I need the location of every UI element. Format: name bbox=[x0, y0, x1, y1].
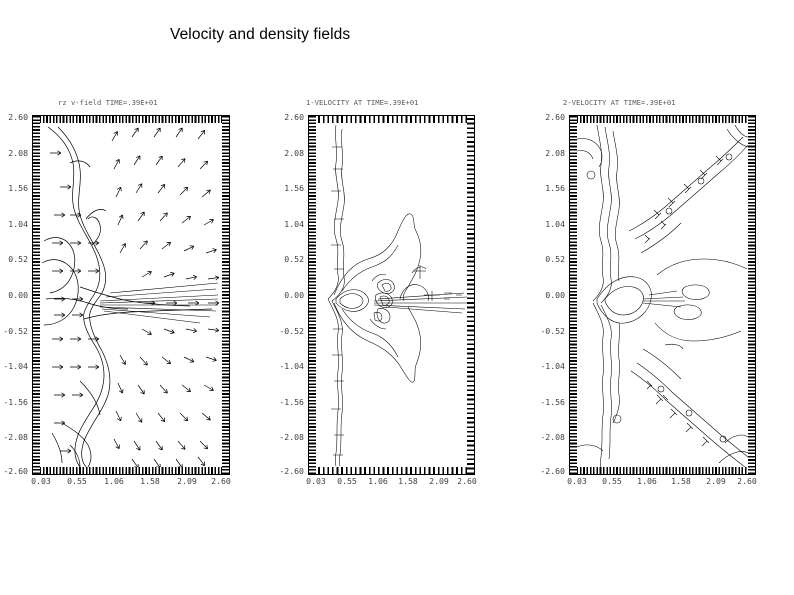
y-axis-labels-plot1: 2.60 2.08 1.56 1.04 0.52 0.00 -0.52 -1.0… bbox=[274, 112, 306, 476]
tick-rail-left bbox=[570, 116, 577, 474]
contour-plot-svg bbox=[327, 124, 467, 467]
x-tick-label: 1.58 bbox=[140, 476, 160, 486]
plot-canvas-velocity-component-1 bbox=[316, 123, 467, 467]
y-tick-label: -2.08 bbox=[540, 432, 565, 443]
y-tick-label: 1.04 bbox=[284, 218, 304, 229]
tick-rail-right bbox=[467, 116, 474, 474]
y-tick-label: 2.08 bbox=[8, 147, 28, 158]
y-tick-label: -1.04 bbox=[540, 361, 565, 372]
y-tick-label: -2.60 bbox=[3, 466, 28, 476]
y-tick-label: -0.52 bbox=[540, 325, 565, 336]
plot-frame-velocity-component-1 bbox=[308, 115, 475, 475]
plot-density-velocity-field: rz v-field TIME=.39E+01 2.60 2.08 1.56 1… bbox=[0, 98, 268, 498]
tick-rail-top bbox=[33, 116, 229, 123]
plot-frame-velocity-component-2 bbox=[569, 115, 756, 475]
y-tick-label: 1.56 bbox=[284, 183, 304, 194]
slide-canvas: Velocity and density fields rz v-field T… bbox=[0, 0, 794, 595]
x-tick-label: 0.03 bbox=[306, 476, 326, 486]
y-tick-label: 1.56 bbox=[8, 183, 28, 194]
tick-rail-bottom bbox=[570, 467, 755, 474]
y-tick-label: 2.60 bbox=[545, 112, 565, 122]
tick-rail-bottom bbox=[33, 467, 229, 474]
x-tick-label: 2.60 bbox=[737, 476, 757, 486]
y-tick-label: 2.60 bbox=[8, 112, 28, 122]
x-tick-label: 0.55 bbox=[337, 476, 357, 486]
y-tick-label: 2.60 bbox=[284, 112, 304, 122]
x-tick-label: 2.60 bbox=[457, 476, 477, 486]
tick-rail-left bbox=[33, 116, 40, 474]
x-tick-label: 2.09 bbox=[706, 476, 726, 486]
y-tick-label: -2.08 bbox=[279, 432, 304, 443]
plot-frame-density-velocity-field bbox=[32, 115, 230, 475]
y-tick-label: -0.52 bbox=[279, 325, 304, 336]
y-tick-label: 1.04 bbox=[8, 218, 28, 229]
x-tick-label: 0.55 bbox=[602, 476, 622, 486]
plot-velocity-component-2: 2-VELOCITY AT TIME=.39E+01 2.60 2.08 1.5… bbox=[531, 98, 794, 498]
x-axis-labels-plot2: 0.03 0.55 1.06 1.58 2.09 2.60 bbox=[567, 476, 757, 490]
x-tick-label: 2.09 bbox=[177, 476, 197, 486]
y-tick-label: -2.60 bbox=[279, 466, 304, 476]
y-tick-label: -1.56 bbox=[279, 396, 304, 407]
x-tick-label: 1.58 bbox=[671, 476, 691, 486]
x-tick-label: 1.06 bbox=[637, 476, 657, 486]
y-tick-label: -0.52 bbox=[3, 325, 28, 336]
x-tick-label: 0.55 bbox=[67, 476, 87, 486]
x-axis-labels-plot1: 0.03 0.55 1.06 1.58 2.09 2.60 bbox=[306, 476, 477, 490]
tick-rail-bottom bbox=[309, 467, 474, 474]
y-axis-labels-plot0: 2.60 2.08 1.56 1.04 0.52 0.00 -0.52 -1.0… bbox=[0, 112, 30, 476]
contour-plot-svg bbox=[577, 124, 748, 467]
y-tick-label: 0.00 bbox=[545, 290, 565, 300]
x-tick-label: 0.03 bbox=[567, 476, 587, 486]
tick-rail-top bbox=[309, 116, 474, 123]
tick-rail-top bbox=[570, 116, 755, 123]
plot-canvas-density-velocity-field bbox=[40, 123, 222, 467]
tick-rail-right bbox=[748, 116, 755, 474]
y-tick-label: 0.52 bbox=[8, 254, 28, 265]
y-tick-label: 1.56 bbox=[545, 183, 565, 194]
x-tick-label: 2.60 bbox=[211, 476, 231, 486]
x-tick-label: 1.58 bbox=[398, 476, 418, 486]
tick-rail-right bbox=[222, 116, 229, 474]
y-tick-label: 2.08 bbox=[545, 147, 565, 158]
y-tick-label: 1.04 bbox=[545, 218, 565, 229]
x-tick-label: 2.09 bbox=[429, 476, 449, 486]
x-tick-label: 1.06 bbox=[368, 476, 388, 486]
tick-rail-left bbox=[309, 116, 316, 474]
y-tick-label: -1.56 bbox=[540, 396, 565, 407]
y-axis-labels-plot2: 2.60 2.08 1.56 1.04 0.52 0.00 -0.52 -1.0… bbox=[535, 112, 567, 476]
y-tick-label: -1.56 bbox=[3, 396, 28, 407]
y-tick-label: 2.08 bbox=[284, 147, 304, 158]
plot-title-velocity-component-1: 1-VELOCITY AT TIME=.39E+01 bbox=[306, 98, 419, 107]
y-tick-label: -2.60 bbox=[540, 466, 565, 476]
y-tick-label: 0.52 bbox=[284, 254, 304, 265]
y-tick-label: -1.04 bbox=[279, 361, 304, 372]
x-axis-labels-plot0: 0.03 0.55 1.06 1.58 2.09 2.60 bbox=[31, 476, 231, 490]
x-tick-label: 1.06 bbox=[104, 476, 124, 486]
plot-canvas-velocity-component-2 bbox=[577, 123, 748, 467]
plot-title-velocity-component-2: 2-VELOCITY AT TIME=.39E+01 bbox=[563, 98, 676, 107]
y-tick-label: -1.04 bbox=[3, 361, 28, 372]
y-tick-label: -2.08 bbox=[3, 432, 28, 443]
y-tick-label: 0.00 bbox=[284, 290, 304, 300]
page-title: Velocity and density fields bbox=[170, 26, 351, 43]
y-tick-label: 0.52 bbox=[545, 254, 565, 265]
plot-velocity-component-1: 1-VELOCITY AT TIME=.39E+01 2.60 2.08 1.5… bbox=[268, 98, 531, 498]
field-plot-svg bbox=[41, 126, 220, 467]
x-tick-label: 0.03 bbox=[31, 476, 51, 486]
y-tick-label: 0.00 bbox=[8, 290, 28, 300]
